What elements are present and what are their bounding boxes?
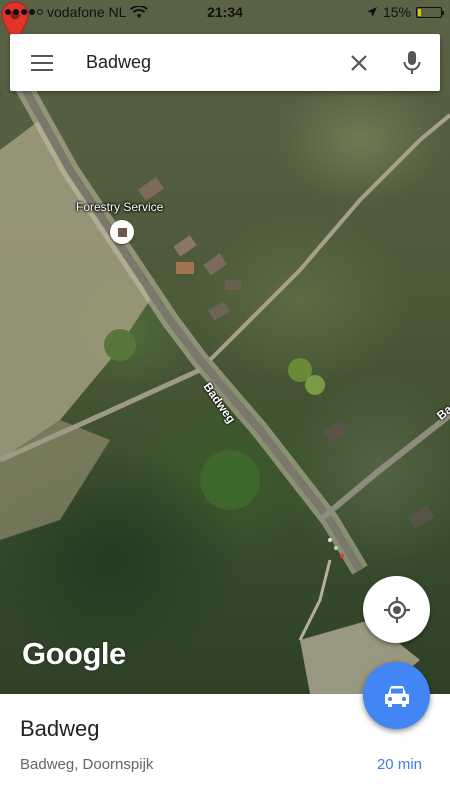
search-bar[interactable]: Badweg bbox=[10, 34, 440, 91]
building bbox=[322, 420, 348, 444]
track bbox=[298, 559, 332, 641]
place-address: Badweg, Doornspijk bbox=[20, 756, 154, 773]
building bbox=[137, 176, 165, 202]
poi-square-icon bbox=[117, 227, 127, 237]
voice-search-button[interactable] bbox=[384, 34, 440, 91]
hamburger-icon bbox=[31, 54, 53, 71]
battery-percent: 15% bbox=[382, 4, 411, 20]
building bbox=[173, 235, 197, 257]
tree-cluster bbox=[200, 450, 260, 510]
battery-level bbox=[418, 8, 422, 16]
mic-icon bbox=[403, 50, 421, 74]
travel-time: 20 min bbox=[376, 756, 422, 773]
road-upper-right bbox=[208, 113, 450, 362]
google-logo: Google bbox=[22, 636, 126, 671]
building bbox=[208, 301, 230, 321]
search-input[interactable]: Badweg bbox=[74, 52, 334, 73]
close-icon bbox=[351, 54, 367, 71]
building bbox=[203, 253, 228, 276]
tree-cluster bbox=[305, 375, 325, 395]
menu-button[interactable] bbox=[10, 34, 74, 91]
status-right: 15% bbox=[366, 4, 444, 20]
place-title: Badweg bbox=[20, 716, 100, 741]
building bbox=[225, 280, 241, 290]
poi-marker-forestry-service[interactable] bbox=[110, 220, 134, 244]
location-arrow-icon bbox=[366, 7, 377, 17]
parked-car bbox=[334, 546, 338, 550]
car-icon bbox=[384, 685, 409, 707]
building bbox=[407, 505, 435, 529]
poi-label-forestry-service[interactable]: Forestry Service bbox=[76, 200, 163, 214]
directions-button[interactable] bbox=[363, 662, 430, 729]
parked-car bbox=[328, 538, 332, 542]
crosshair-icon bbox=[383, 596, 410, 623]
clear-search-button[interactable] bbox=[334, 34, 384, 91]
my-location-button[interactable] bbox=[363, 576, 430, 643]
building bbox=[176, 262, 194, 274]
status-bar: vodafone NL 21:34 15% bbox=[0, 0, 450, 24]
battery-icon bbox=[416, 6, 444, 18]
parked-car bbox=[340, 554, 344, 558]
tree-cluster bbox=[104, 329, 136, 361]
